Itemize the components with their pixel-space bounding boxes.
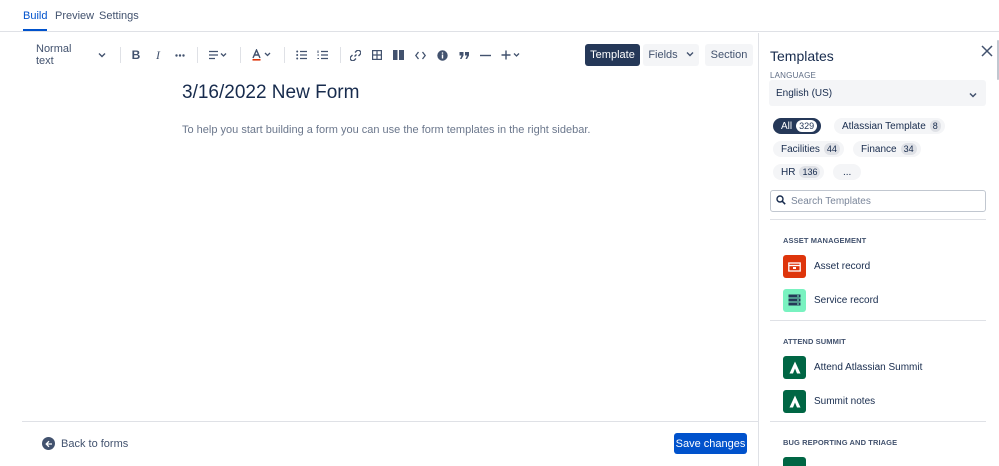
template-item-label: Summit notes [814,395,876,407]
template-item-summit-notes[interactable]: Summit notes [783,389,983,413]
sidebar-divider [770,219,986,220]
filter-count: 44 [823,143,840,155]
filter-facilities[interactable]: Facilities 44 [773,141,844,157]
italic-icon[interactable]: I [150,41,166,69]
template-item-label: Asset record [814,260,871,272]
template-item-attend-atlassian-summit[interactable]: Attend Atlassian Summit [783,355,983,379]
filter-all[interactable]: All 329 [773,118,822,134]
search-icon [776,192,786,210]
filter-label: Facilities [781,143,820,155]
tab-preview[interactable]: Preview [55,10,94,22]
bullet-list-icon[interactable] [293,41,309,69]
filter-label: Atlassian Template [842,120,926,132]
filter-count: 8 [929,120,941,132]
toolbar-separator [197,47,198,63]
divider-icon[interactable] [477,41,493,69]
close-icon[interactable] [979,43,995,59]
filter-count: 34 [900,143,917,155]
layout-icon[interactable] [390,41,406,69]
section-button[interactable]: Section [705,44,753,66]
filter-hr[interactable]: HR 136 [773,164,825,180]
info-icon[interactable] [434,41,450,69]
category-asset-management: ASSET MANAGEMENT [783,236,867,245]
template-search [770,190,986,212]
tab-settings[interactable]: Settings [99,10,139,22]
atlassian-logo-icon [783,389,806,413]
fields-dropdown[interactable]: Fields [643,44,699,66]
template-item-asset-record[interactable]: Asset record [783,254,983,278]
editor-footer: Back to forms Save changes [22,421,758,466]
filter-label: All [781,120,793,132]
text-color-icon[interactable] [250,41,274,69]
chevron-down-icon [98,51,106,59]
filter-count: 329 [796,120,818,132]
sidebar-title: Templates [770,48,834,64]
link-icon[interactable] [347,41,363,69]
form-editor: Normal text B I Template Fields Section … [22,33,758,466]
text-style-label: Normal text [36,43,72,67]
editor-toolbar: Normal text B I Template Fields Section [22,41,758,69]
toolbar-separator [240,47,241,63]
filter-atlassian-template[interactable]: Atlassian Template 8 [834,118,945,134]
atlassian-logo-icon [783,355,806,379]
filter-label: ... [843,166,852,178]
filter-label: HR [781,166,796,178]
category-attend-summit: ATTEND SUMMIT [783,337,846,346]
top-tabs: Build Preview Settings [0,0,999,32]
category-bug-reporting: BUG REPORTING AND TRIAGE [783,438,898,447]
template-button[interactable]: Template [585,44,640,66]
language-select[interactable]: English (US) [769,80,986,106]
more-icon[interactable] [172,41,188,69]
numbered-list-icon[interactable] [314,41,330,69]
filter-label: Finance [861,143,897,155]
template-item-label: Service record [814,294,879,306]
filter-count: 136 [799,166,821,178]
toolbar-separator [284,47,285,63]
search-input[interactable] [791,195,971,207]
form-hint: To help you start building a form you ca… [182,124,591,136]
language-label: LANGUAGE [770,71,817,80]
save-changes-button[interactable]: Save changes [674,433,747,454]
form-title[interactable]: 3/16/2022 New Form [182,82,359,104]
templates-sidebar: Templates LANGUAGE English (US) All 329 … [759,33,999,466]
sidebar-divider [770,421,986,422]
server-icon [783,288,806,312]
quote-icon[interactable] [456,41,472,69]
align-icon[interactable] [206,41,230,69]
chevron-down-icon [968,87,978,105]
sidebar-divider [770,320,986,321]
tab-build[interactable]: Build [23,10,48,31]
toolbar-separator [120,47,121,63]
arrow-left-icon [42,437,55,450]
template-item-partial[interactable] [783,457,806,466]
language-value: English (US) [776,88,833,99]
plus-icon[interactable] [499,41,523,69]
bold-icon[interactable]: B [128,41,144,69]
back-to-forms-label: Back to forms [61,437,129,450]
template-item-label: Attend Atlassian Summit [814,361,923,373]
fields-label: Fields [648,49,678,61]
template-item-service-record[interactable]: Service record [783,288,983,312]
table-icon[interactable] [369,41,385,69]
toolbar-separator [340,47,341,63]
text-style-dropdown[interactable]: Normal text [36,41,106,69]
back-to-forms-link[interactable]: Back to forms [42,437,128,450]
chevron-down-icon [686,49,694,61]
code-icon[interactable] [412,41,428,69]
filter-finance[interactable]: Finance 34 [853,141,921,157]
asset-icon [783,254,806,278]
filter-more[interactable]: ... [833,164,862,180]
